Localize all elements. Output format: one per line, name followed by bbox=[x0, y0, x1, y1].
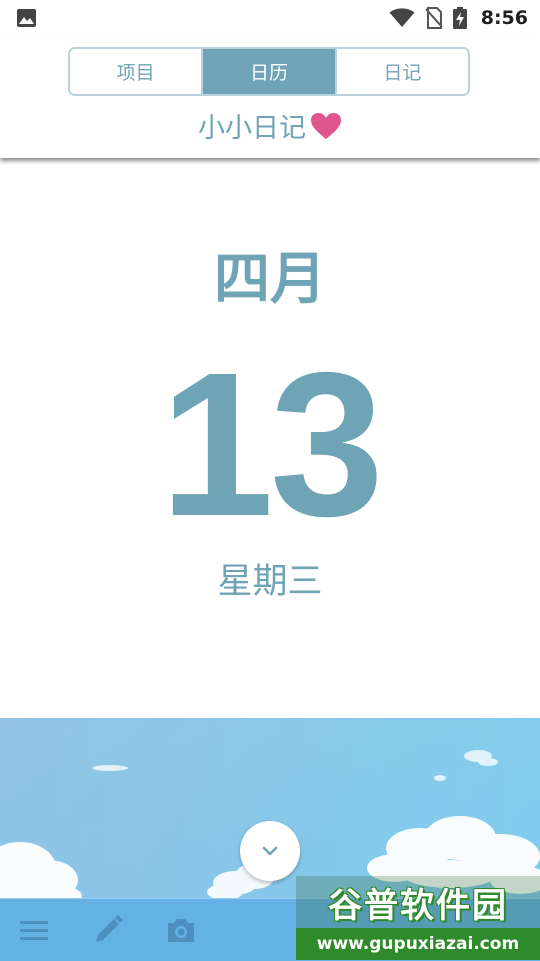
menu-icon bbox=[20, 921, 48, 940]
tab-calendar[interactable]: 日历 bbox=[201, 49, 335, 94]
site-watermark: 谷普软件园 www.gupuxiazai.com bbox=[296, 876, 540, 960]
status-time: 8:56 bbox=[480, 7, 528, 29]
app-title-row: 小小日记 bbox=[0, 106, 540, 145]
battery-charging-icon bbox=[452, 7, 467, 29]
app-header: 项目 日历 日记 小小日记 bbox=[0, 36, 540, 158]
collapse-button[interactable] bbox=[240, 821, 300, 881]
status-bar: 8:56 bbox=[0, 0, 540, 36]
view-switcher: 项目 日历 日记 bbox=[68, 47, 470, 96]
tab-diary[interactable]: 日记 bbox=[334, 49, 468, 94]
write-entry-button[interactable] bbox=[91, 913, 125, 947]
menu-button[interactable] bbox=[17, 913, 51, 947]
watermark-url: www.gupuxiazai.com bbox=[296, 928, 540, 960]
pencil-icon bbox=[96, 915, 123, 942]
heart-icon bbox=[311, 112, 341, 139]
month-label: 四月 bbox=[214, 247, 326, 312]
watermark-title: 谷普软件园 bbox=[296, 876, 540, 928]
camera-button[interactable] bbox=[164, 913, 198, 947]
app-title: 小小日记 bbox=[198, 113, 306, 144]
weekday-label: 星期三 bbox=[217, 562, 323, 602]
day-number: 13 bbox=[159, 330, 384, 559]
image-icon bbox=[17, 9, 36, 27]
wifi-icon bbox=[389, 8, 415, 27]
chevron-down-icon bbox=[262, 846, 278, 856]
camera-icon bbox=[168, 919, 194, 942]
no-sim-icon bbox=[424, 7, 443, 29]
status-icons: 8:56 bbox=[389, 6, 528, 30]
tab-projects[interactable]: 项目 bbox=[70, 49, 202, 94]
